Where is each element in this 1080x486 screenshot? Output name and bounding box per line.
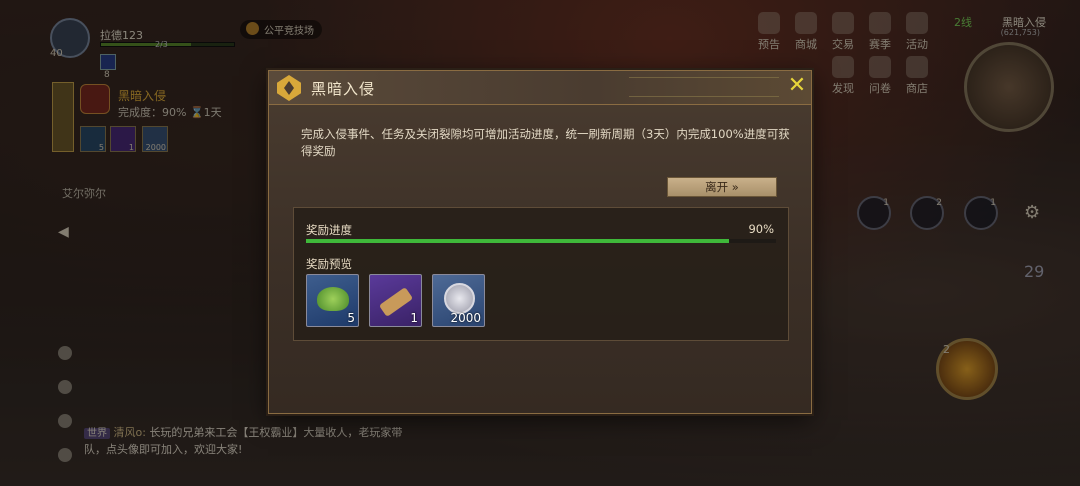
- herb-icon: [317, 287, 349, 311]
- silver-coin-icon: [444, 283, 475, 314]
- progress-bar: [306, 239, 776, 243]
- reward-scroll[interactable]: 1: [369, 274, 422, 327]
- dialog-description: 完成入侵事件、任务及关闭裂隙均可增加活动进度，统一刷新周期（3天）内完成100%…: [301, 127, 790, 158]
- reward-panel: 奖励进度 90% 奖励预览 5 1 2000: [293, 207, 789, 341]
- reward-silver-coin[interactable]: 2000: [432, 274, 485, 327]
- progress-fill: [306, 239, 729, 243]
- reward-herb[interactable]: 5: [306, 274, 359, 327]
- header-ornament: [629, 77, 779, 97]
- rewards-label: 奖励预览: [306, 257, 352, 271]
- dark-invasion-dialog: 黑暗入侵 ✕ 完成入侵事件、任务及关闭裂隙均可增加活动进度，统一刷新周期（3天）…: [268, 70, 812, 414]
- progress-label: 奖励进度: [306, 223, 352, 237]
- reward-count: 2000: [450, 311, 481, 325]
- reward-count: 5: [347, 311, 355, 325]
- progress-percent: 90%: [748, 222, 774, 236]
- close-icon[interactable]: ✕: [784, 74, 810, 100]
- reward-count: 1: [410, 311, 418, 325]
- leave-button[interactable]: 离开 »: [667, 177, 777, 197]
- scroll-icon: [378, 287, 414, 317]
- dialog-title: 黑暗入侵: [311, 80, 376, 98]
- dialog-header: 黑暗入侵 ✕: [269, 71, 811, 105]
